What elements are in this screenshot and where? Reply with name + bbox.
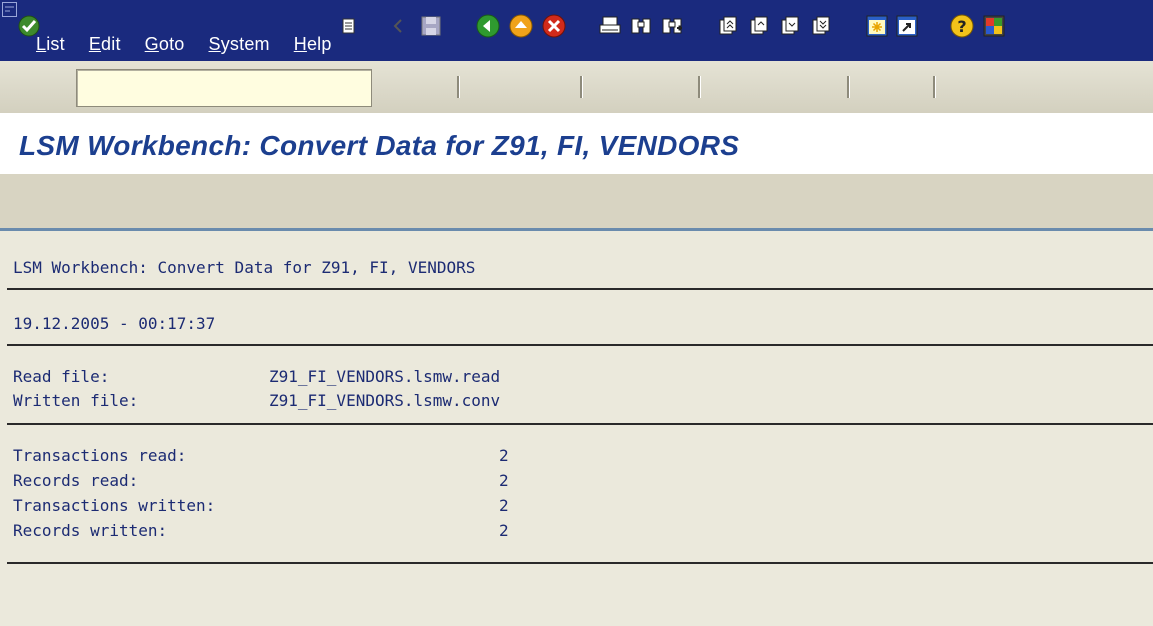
written-file-label: Written file: xyxy=(13,391,139,410)
menu-edit[interactable]: Edit xyxy=(89,34,121,55)
command-field[interactable] xyxy=(76,69,372,107)
save-icon[interactable] xyxy=(418,13,444,39)
menu-system[interactable]: System xyxy=(209,34,270,55)
stat-value: 2 xyxy=(499,496,509,515)
page-title: LSM Workbench: Convert Data for Z91, FI,… xyxy=(19,130,740,161)
stat-label: Transactions read: xyxy=(13,446,187,465)
stat-label: Transactions written: xyxy=(13,496,216,515)
first-page-icon[interactable] xyxy=(715,13,741,39)
find-next-icon[interactable] xyxy=(659,13,685,39)
cancel-icon[interactable] xyxy=(541,13,567,39)
separator-line xyxy=(7,562,1153,564)
separator-line xyxy=(7,423,1153,425)
report-area xyxy=(0,231,1153,626)
separator-line xyxy=(7,288,1153,290)
stat-value: 2 xyxy=(499,446,509,465)
exit-icon[interactable] xyxy=(508,13,534,39)
menu-help[interactable]: Help xyxy=(294,34,332,55)
separator-line xyxy=(7,344,1153,346)
stat-label: Records written: xyxy=(13,521,168,540)
back-arrow-icon[interactable] xyxy=(385,13,411,39)
report-heading: LSM Workbench: Convert Data for Z91, FI,… xyxy=(13,258,476,277)
help-icon[interactable]: ? xyxy=(949,13,975,39)
back-icon[interactable] xyxy=(475,13,501,39)
shortcut-icon[interactable] xyxy=(894,13,920,39)
read-file-value: Z91_FI_VENDORS.lsmw.read xyxy=(269,367,501,386)
next-page-icon[interactable] xyxy=(777,13,803,39)
stat-value: 2 xyxy=(499,521,509,540)
read-file-label: Read file: xyxy=(13,367,110,386)
application-toolbar xyxy=(0,174,1153,228)
system-menu-icon[interactable] xyxy=(2,2,17,17)
last-page-icon[interactable] xyxy=(808,13,834,39)
menu-goto[interactable]: Goto xyxy=(145,34,185,55)
create-session-icon[interactable] xyxy=(864,13,890,39)
stat-value: 2 xyxy=(499,471,509,490)
print-icon[interactable] xyxy=(597,13,623,39)
written-file-value: Z91_FI_VENDORS.lsmw.conv xyxy=(269,391,501,410)
layout-icon[interactable] xyxy=(981,13,1007,39)
previous-page-icon[interactable] xyxy=(746,13,772,39)
command-menu-icon[interactable] xyxy=(336,13,362,39)
report-timestamp: 19.12.2005 - 00:17:37 xyxy=(13,314,216,333)
svg-text:?: ? xyxy=(957,17,966,36)
stat-label: Records read: xyxy=(13,471,139,490)
enter-icon[interactable] xyxy=(16,13,42,39)
find-icon[interactable] xyxy=(628,13,654,39)
